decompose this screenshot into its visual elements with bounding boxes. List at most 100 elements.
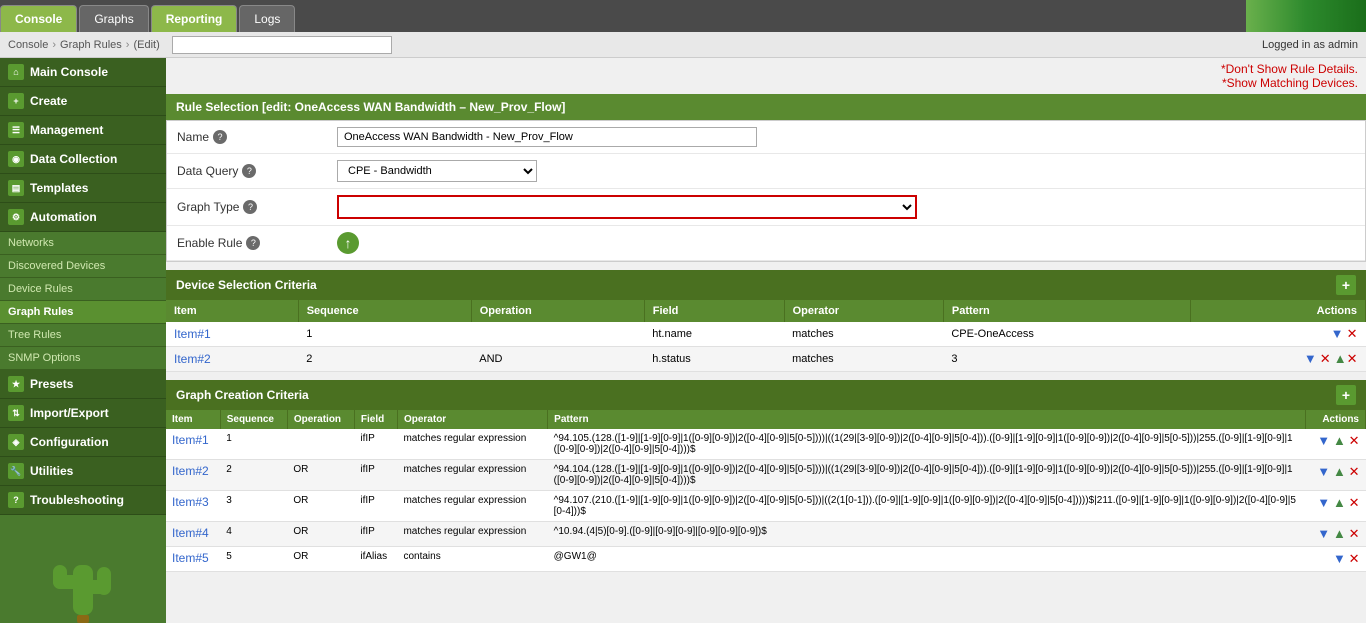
gc-del-btn-0[interactable]: ✕ [1349, 433, 1360, 448]
gc-seq-0: 1 [220, 429, 287, 460]
breadcrumb-sep1: › [52, 39, 56, 51]
gc-down-btn-1[interactable]: ▼ [1317, 464, 1330, 479]
ds-seq-0: 1 [298, 322, 471, 347]
table-row: Item#2 2 OR ifIP matches regular express… [166, 460, 1366, 491]
gc-item-2: Item#3 [166, 491, 220, 522]
presets-icon: ★ [8, 376, 24, 392]
create-icon: + [8, 93, 24, 109]
ds-col-operation: Operation [471, 300, 644, 322]
sidebar-item-graph-rules[interactable]: Graph Rules [0, 301, 166, 324]
name-help-icon[interactable]: ? [213, 130, 227, 144]
ds-del-btn-1[interactable]: ✕ [1320, 351, 1331, 366]
enable-rule-help-icon[interactable]: ? [246, 236, 260, 250]
gc-up-btn-2[interactable]: ▲ [1333, 495, 1346, 510]
graph-type-label: Graph Type ? [177, 200, 337, 214]
sidebar: ⌂ Main Console + Create ☰ Management ◉ D… [0, 58, 166, 623]
gc-operator-2: matches regular expression [397, 491, 547, 522]
gc-col-item: Item [166, 410, 220, 429]
gc-del-btn-4[interactable]: ✕ [1349, 551, 1360, 566]
gc-field-4: ifAlias [354, 547, 397, 572]
data-query-value: CPE - Bandwidth [337, 160, 1355, 182]
sidebar-item-create[interactable]: + Create [0, 87, 166, 116]
ds-x-btn-1[interactable]: ✕ [1347, 351, 1358, 366]
sidebar-item-automation[interactable]: ⚙ Automation [0, 203, 166, 232]
gc-down-btn-4[interactable]: ▼ [1333, 551, 1346, 566]
gc-down-btn-2[interactable]: ▼ [1317, 495, 1330, 510]
enable-rule-toggle[interactable]: ↑ [337, 232, 359, 254]
breadcrumb-edit: (Edit) [133, 39, 159, 51]
gc-actions-4: ▼ ✕ [1305, 547, 1365, 572]
gc-del-btn-3[interactable]: ✕ [1349, 526, 1360, 541]
breadcrumb-console[interactable]: Console [8, 39, 48, 51]
gc-field-1: ifIP [354, 460, 397, 491]
rule-selection-title: Rule Selection [edit: OneAccess WAN Band… [176, 100, 565, 114]
main-content: *Don't Show Rule Details. *Show Matching… [166, 58, 1366, 623]
sidebar-item-data-collection[interactable]: ◉ Data Collection [0, 145, 166, 174]
ds-del-btn-0[interactable]: ✕ [1347, 326, 1358, 341]
logged-in-label: Logged in as admin [1262, 39, 1358, 51]
utilities-icon: 🔧 [8, 463, 24, 479]
ds-seq-1: 2 [298, 347, 471, 372]
gc-del-btn-2[interactable]: ✕ [1349, 495, 1360, 510]
gc-down-btn-0[interactable]: ▼ [1317, 433, 1330, 448]
graph-type-help-icon[interactable]: ? [243, 200, 257, 214]
graph-creation-add-btn[interactable]: + [1336, 385, 1356, 405]
ds-op-1: AND [471, 347, 644, 372]
sidebar-item-device-rules[interactable]: Device Rules [0, 278, 166, 301]
gc-pattern-4: @GW1@ [548, 547, 1305, 572]
table-row: Item#5 5 OR ifAlias contains @GW1@ ▼ ✕ [166, 547, 1366, 572]
gc-up-btn-1[interactable]: ▲ [1333, 464, 1346, 479]
dont-show-rule-details[interactable]: *Don't Show Rule Details. [174, 62, 1358, 76]
ds-up-btn-1[interactable]: ▲ [1334, 351, 1347, 366]
enable-rule-label: Enable Rule ? [177, 236, 337, 250]
gc-actions-0: ▼ ▲ ✕ [1305, 429, 1365, 460]
tab-graphs[interactable]: Graphs [79, 5, 148, 32]
enable-rule-value: ↑ [337, 232, 1355, 254]
gc-actions-3: ▼ ▲ ✕ [1305, 522, 1365, 547]
sidebar-item-snmp-options[interactable]: SNMP Options [0, 347, 166, 370]
table-row: Item#2 2 AND h.status matches 3 ▼ ✕ ▲✕ [166, 347, 1366, 372]
gc-actions-1: ▼ ▲ ✕ [1305, 460, 1365, 491]
breadcrumb-graph-rules[interactable]: Graph Rules [60, 39, 122, 51]
graph-creation-header: Graph Creation Criteria + [166, 380, 1366, 410]
data-query-help-icon[interactable]: ? [242, 164, 256, 178]
sidebar-item-networks[interactable]: Networks [0, 232, 166, 255]
tab-reporting[interactable]: Reporting [151, 5, 238, 32]
data-query-label: Data Query ? [177, 164, 337, 178]
tab-console[interactable]: Console [0, 5, 77, 32]
sidebar-item-configuration[interactable]: ◈ Configuration [0, 428, 166, 457]
sidebar-item-import-export[interactable]: ⇅ Import/Export [0, 399, 166, 428]
graph-type-value [337, 195, 1355, 219]
gc-seq-3: 4 [220, 522, 287, 547]
ds-down-btn-0[interactable]: ▼ [1331, 326, 1344, 341]
ds-down-btn-1[interactable]: ▼ [1304, 351, 1317, 366]
sidebar-item-presets[interactable]: ★ Presets [0, 370, 166, 399]
gc-item-0: Item#1 [166, 429, 220, 460]
tab-logs[interactable]: Logs [239, 5, 295, 32]
sidebar-item-discovered-devices[interactable]: Discovered Devices [0, 255, 166, 278]
gc-down-btn-3[interactable]: ▼ [1317, 526, 1330, 541]
sidebar-item-management[interactable]: ☰ Management [0, 116, 166, 145]
name-input[interactable] [337, 127, 757, 147]
ds-field-0: ht.name [644, 322, 784, 347]
gc-up-btn-3[interactable]: ▲ [1333, 526, 1346, 541]
device-selection-add-btn[interactable]: + [1336, 275, 1356, 295]
ds-op-0 [471, 322, 644, 347]
data-query-select[interactable]: CPE - Bandwidth [337, 160, 537, 182]
show-matching-devices[interactable]: *Show Matching Devices. [174, 76, 1358, 90]
sidebar-item-utilities[interactable]: 🔧 Utilities [0, 457, 166, 486]
configuration-icon: ◈ [8, 434, 24, 450]
gc-col-pattern: Pattern [548, 410, 1305, 429]
gc-op-4: OR [287, 547, 354, 572]
breadcrumb-search[interactable] [172, 36, 392, 54]
device-selection-title: Device Selection Criteria [176, 278, 317, 292]
rule-selection-header: Rule Selection [edit: OneAccess WAN Band… [166, 94, 1366, 120]
ds-item-0: Item#1 [166, 322, 298, 347]
sidebar-item-templates[interactable]: ▤ Templates [0, 174, 166, 203]
sidebar-item-tree-rules[interactable]: Tree Rules [0, 324, 166, 347]
graph-type-select[interactable] [337, 195, 917, 219]
sidebar-item-main-console[interactable]: ⌂ Main Console [0, 58, 166, 87]
gc-up-btn-0[interactable]: ▲ [1333, 433, 1346, 448]
sidebar-item-troubleshooting[interactable]: ? Troubleshooting [0, 486, 166, 515]
gc-del-btn-1[interactable]: ✕ [1349, 464, 1360, 479]
